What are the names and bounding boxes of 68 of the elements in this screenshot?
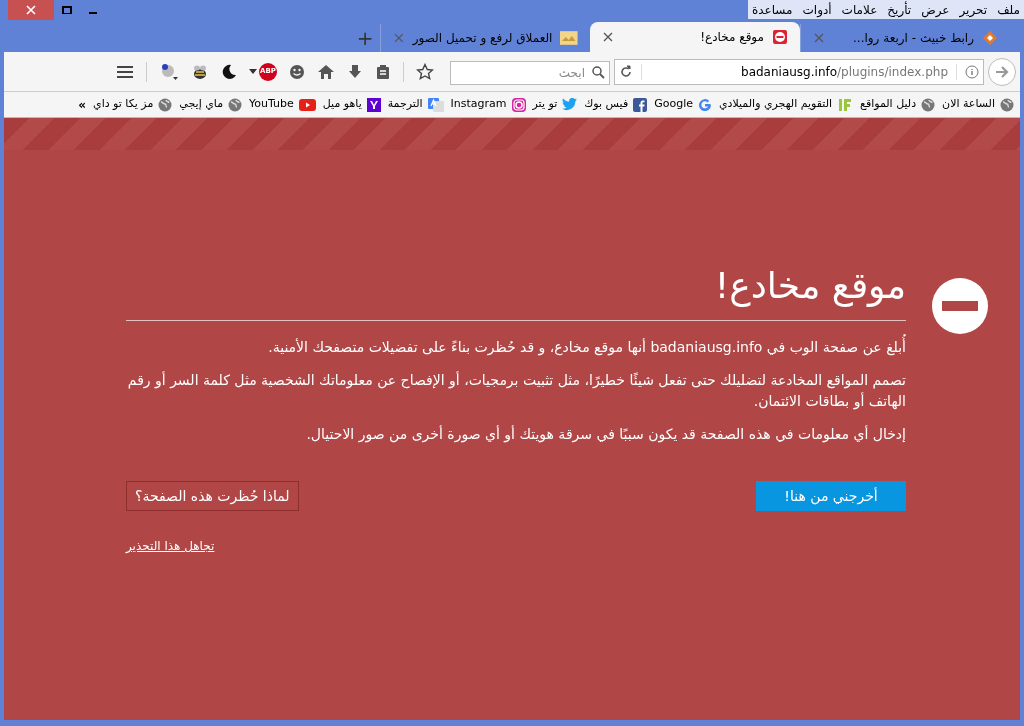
search-icon xyxy=(591,64,605,79)
reload-icon[interactable] xyxy=(619,64,633,79)
minimize-icon xyxy=(89,12,97,14)
globe-icon xyxy=(921,97,936,112)
warning-paragraph: إدخال أي معلومات في هذه الصفحة قد يكون سببًا في سرقة هويتك أو أي صورة أخرى من صور الاحتيال. xyxy=(305,424,906,445)
menu-item[interactable]: ملف xyxy=(997,0,1020,19)
star-icon[interactable] xyxy=(416,62,434,81)
camera-icon xyxy=(511,97,526,112)
close-window-button[interactable] xyxy=(8,0,54,20)
bee-icon[interactable] xyxy=(191,63,209,80)
bookmark-item[interactable]: مز يكا تو داي xyxy=(93,96,173,113)
bookmark-item[interactable]: الساعة الان xyxy=(942,96,1014,113)
bird-icon xyxy=(562,98,578,111)
why-blocked-button[interactable]: لماذا حُظرت هذه الصفحة؟ xyxy=(126,481,299,511)
bookmark-item[interactable]: Instagram xyxy=(450,96,526,113)
warning-title: موقع مخادع! xyxy=(126,258,906,321)
menu-item[interactable]: مساعدة xyxy=(751,0,793,19)
close-icon[interactable] xyxy=(602,31,614,43)
translate-icon xyxy=(427,97,444,112)
moon-icon[interactable] xyxy=(221,63,237,80)
maximize-icon xyxy=(62,6,72,14)
address-bar[interactable]: badaniausg.info/plugins/index.php xyxy=(614,58,984,85)
blocked-icon xyxy=(932,278,988,334)
yahoo-icon xyxy=(366,97,381,112)
home-icon[interactable] xyxy=(317,63,335,80)
menu-item[interactable]: عرض xyxy=(921,0,950,19)
menu-item[interactable]: أدوات xyxy=(802,0,832,19)
bookmark-item[interactable]: YouTube xyxy=(249,96,316,113)
site-icon xyxy=(560,31,578,45)
menu-item[interactable]: علامات xyxy=(841,0,878,19)
search-field[interactable]: ابحث xyxy=(450,60,610,85)
globe-icon xyxy=(1000,97,1014,112)
facebook-icon xyxy=(633,97,648,112)
bookmark-item[interactable]: تو يتر xyxy=(532,96,578,113)
tab-title: العملاق لرفع و تحميل الصور xyxy=(412,30,553,47)
bookmark-item[interactable]: دليل المواقع xyxy=(860,96,936,113)
arrow-icon xyxy=(995,64,1009,79)
globe-icon xyxy=(158,97,173,112)
menu-item[interactable]: تحرير xyxy=(959,0,988,19)
smiley-icon[interactable] xyxy=(289,63,305,80)
warning-paragraph: تصمم المواقع المخادعة لتضليلك حتى تفعل شيئًا خطيرًا، مثل تثبيت برمجيات، أو الإفصاح عن معلوماتك الشخصية مثل كلمة السر أو رقم الهاتف أو بطاقات الائتمان. xyxy=(126,370,906,412)
tab-title: رابط خبيث - اربعة روا... xyxy=(852,30,974,47)
play-icon xyxy=(298,98,316,111)
menu-icon[interactable] xyxy=(116,64,134,79)
tab-title: موقع مخادع! xyxy=(699,29,764,46)
clipboard-icon[interactable] xyxy=(375,63,391,80)
bookmark-item[interactable]: ياهو ميل xyxy=(322,96,381,113)
download-icon[interactable] xyxy=(347,63,363,80)
google-icon xyxy=(697,97,712,112)
bookmark-item[interactable]: فيس بوك xyxy=(584,96,648,113)
menu-item[interactable]: تأريخ xyxy=(887,0,912,19)
extension-icon[interactable] xyxy=(159,62,179,81)
blocked-icon xyxy=(772,29,788,45)
forward-button[interactable] xyxy=(988,57,1016,86)
globe-icon xyxy=(228,97,243,112)
bookmark-item[interactable]: Google xyxy=(654,96,712,113)
info-icon xyxy=(965,64,979,79)
site-icon xyxy=(982,30,998,46)
bookmark-item[interactable]: الترجمة xyxy=(387,96,444,113)
if-logo-icon xyxy=(837,97,854,112)
more-bookmarks-button[interactable]: » xyxy=(78,95,87,114)
bookmark-item[interactable]: التقويم الهجري والميلادي xyxy=(718,96,854,113)
close-icon xyxy=(26,5,36,15)
caret-icon xyxy=(249,68,257,75)
bookmark-item[interactable]: ماي إيجي xyxy=(179,96,243,113)
tab[interactable]: موقع مخادع! xyxy=(590,22,800,52)
url-text: badaniausg.info/plugins/index.php xyxy=(740,63,948,81)
ignore-warning-link[interactable]: تجاهل هذا التحذير xyxy=(126,537,215,555)
